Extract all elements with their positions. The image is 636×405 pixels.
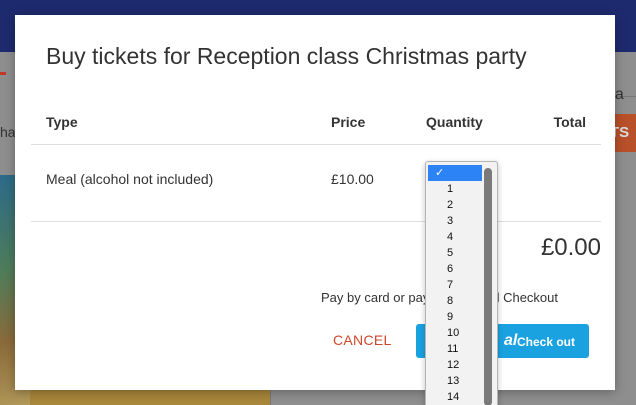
quantity-option[interactable]: 6 [428, 261, 482, 277]
column-header-total: Total [553, 114, 586, 130]
background-divider [270, 390, 271, 405]
quantity-option[interactable]: 12 [428, 357, 482, 373]
quantity-option[interactable]: 9 [428, 309, 482, 325]
quantity-option[interactable]: 11 [428, 341, 482, 357]
cancel-button[interactable]: CANCEL [333, 328, 407, 352]
column-header-price: Price [331, 114, 366, 130]
grand-total: £0.00 [540, 234, 601, 261]
dropdown-scrollbar-thumb[interactable] [484, 168, 492, 405]
dropdown-scrollbar[interactable] [482, 163, 496, 405]
quantity-select-dropdown[interactable]: ✓ 1 2 3 4 5 6 7 8 9 10 11 12 13 14 [425, 161, 498, 405]
quantity-option[interactable]: 2 [428, 197, 482, 213]
quantity-option[interactable]: 1 [428, 181, 482, 197]
quantity-option[interactable]: 7 [428, 277, 482, 293]
checkout-label: Check out [517, 335, 576, 349]
background-accent [0, 72, 6, 75]
checkmark-icon: ✓ [435, 167, 445, 179]
table-divider [31, 221, 601, 222]
table-divider [31, 144, 601, 145]
quantity-option[interactable]: 3 [428, 213, 482, 229]
ticket-type-cell: Meal (alcohol not included) [46, 171, 214, 187]
quantity-option[interactable]: 10 [428, 325, 482, 341]
column-header-quantity: Quantity [426, 114, 483, 130]
buy-tickets-modal: Buy tickets for Reception class Christma… [15, 15, 615, 390]
quantity-option[interactable]: 13 [428, 373, 482, 389]
modal-title: Buy tickets for Reception class Christma… [46, 43, 527, 69]
ticket-price-cell: £10.00 [331, 171, 374, 187]
background-photo-strip [30, 390, 270, 405]
quantity-option[interactable]: 8 [428, 293, 482, 309]
quantity-option[interactable]: 5 [428, 245, 482, 261]
quantity-option-empty[interactable]: ✓ [428, 165, 482, 181]
quantity-option[interactable]: 4 [428, 229, 482, 245]
paypal-logo-icon: al [504, 332, 518, 349]
column-header-type: Type [46, 114, 78, 130]
quantity-option[interactable]: 14 [428, 389, 482, 405]
